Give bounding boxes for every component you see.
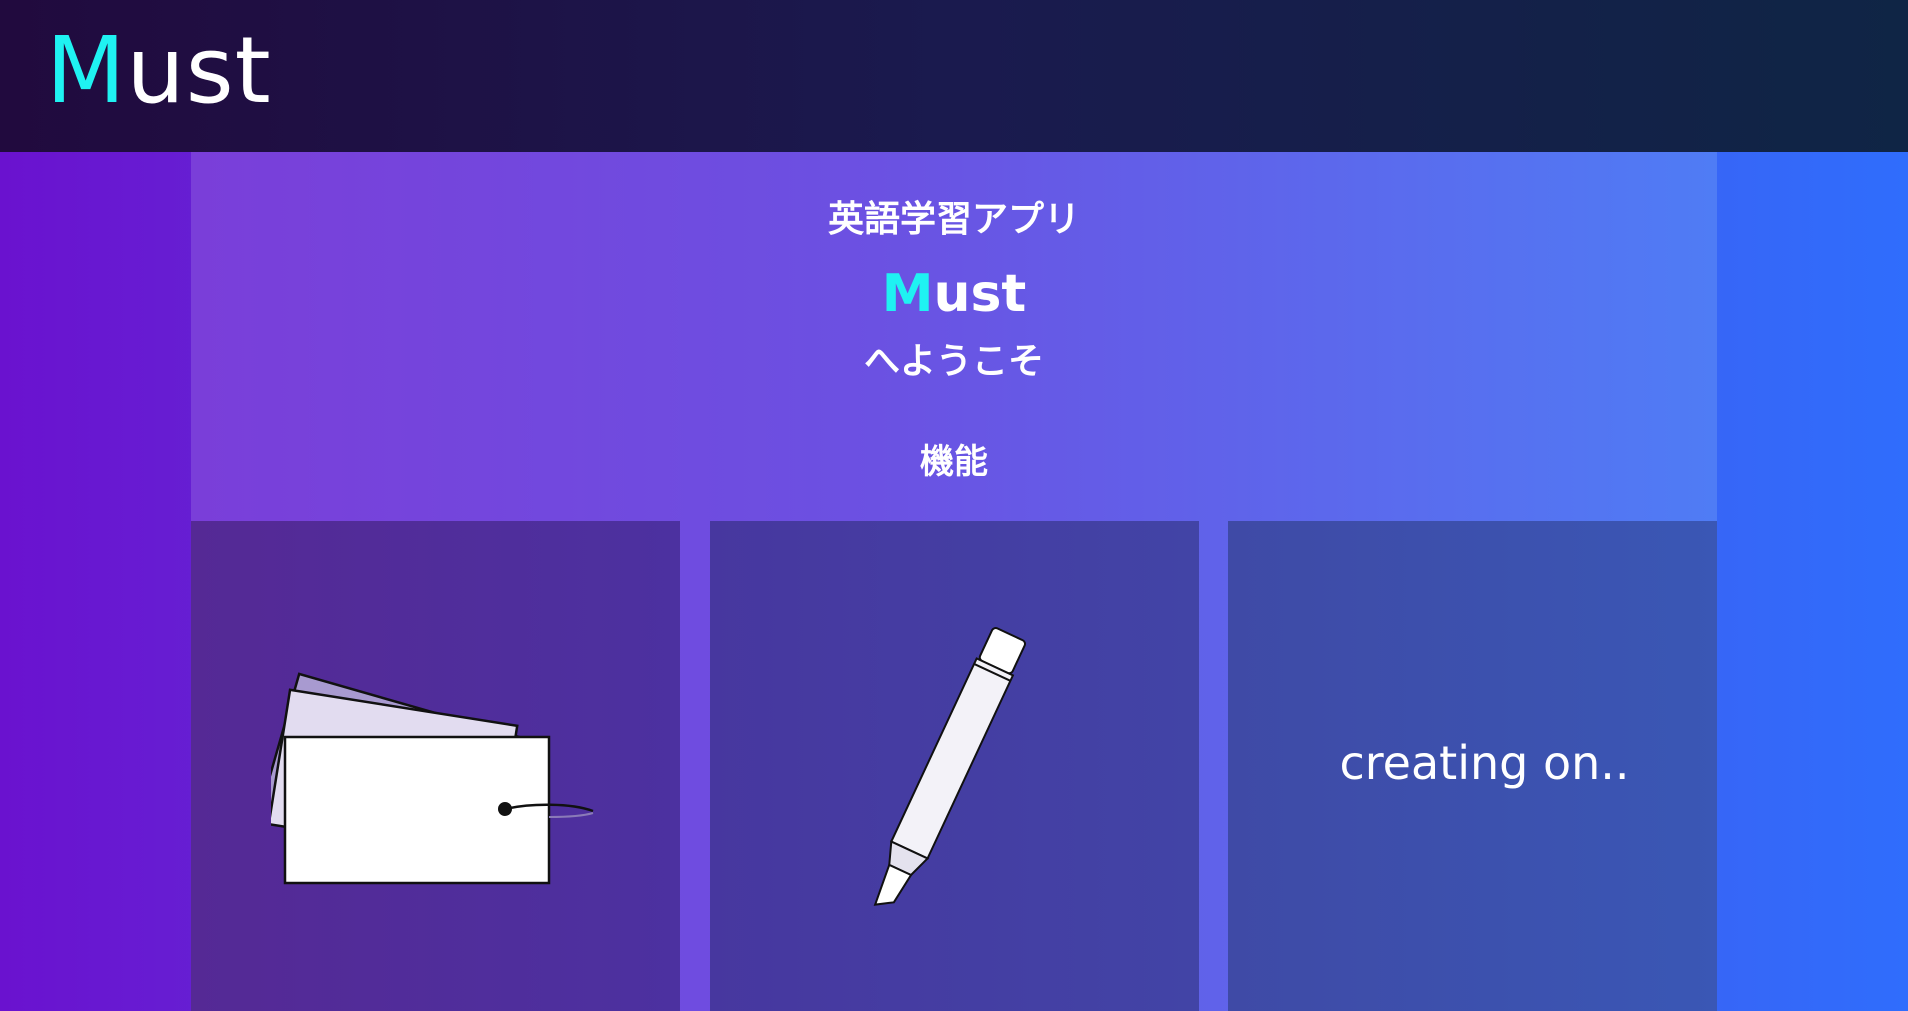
subtitle: 英語学習アプリ — [827, 199, 1080, 240]
app-name-rest: ust — [933, 264, 1027, 324]
marker-pen-icon — [873, 627, 1027, 906]
feature-card-flashcards[interactable] — [191, 521, 680, 1011]
welcome-text: へようこそ — [863, 341, 1044, 382]
logo-rest: ust — [126, 17, 272, 124]
app-name-accent: M — [881, 264, 934, 324]
flashcards-icon — [271, 672, 594, 885]
features-heading: 機能 — [920, 442, 988, 482]
top-bar: Must — [0, 0, 1908, 152]
feature-card-upcoming[interactable]: creating on.. — [1228, 521, 1717, 1011]
creating-status-text: creating on.. — [1339, 736, 1630, 790]
feature-card-writing[interactable] — [710, 521, 1199, 1011]
main-panel: 英語学習アプリ Must へようこそ 機能 creating on.. — [191, 152, 1717, 1011]
app-name: Must — [191, 262, 1717, 326]
app-logo[interactable]: Must — [46, 16, 272, 126]
logo-accent-letter: M — [46, 17, 127, 124]
